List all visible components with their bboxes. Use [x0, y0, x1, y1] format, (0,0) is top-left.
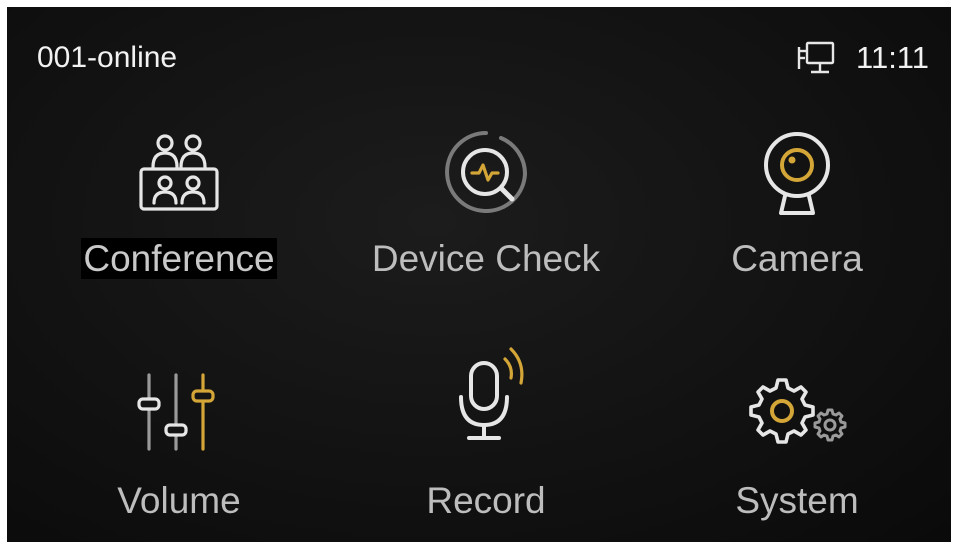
- record-label: Record: [426, 480, 546, 521]
- gears-icon: [749, 378, 847, 444]
- microphone-icon: [459, 347, 524, 440]
- record-tile[interactable]: Record: [346, 345, 626, 535]
- volume-label: Volume: [117, 480, 241, 521]
- conference-tile[interactable]: Conference: [39, 125, 319, 315]
- conference-icon: [139, 134, 219, 211]
- conference-label: Conference: [39, 237, 319, 281]
- device-check-icon: [445, 131, 527, 213]
- volume-tile[interactable]: Volume: [39, 365, 319, 542]
- device-check-tile[interactable]: Device Check: [346, 125, 626, 315]
- conference-label-text: Conference: [81, 238, 277, 279]
- device-status-text: 001-online: [37, 41, 178, 74]
- system-tile[interactable]: System: [657, 365, 937, 542]
- clock-time: 11:11: [856, 40, 929, 75]
- camera-icon: [764, 132, 830, 215]
- network-monitor-icon: [797, 41, 835, 74]
- device-check-label: Device Check: [371, 238, 601, 279]
- status-area: 11:11: [796, 39, 929, 77]
- camera-label: Camera: [731, 238, 863, 279]
- home-screen: 001-online 11:11 Conference Device Check…: [7, 7, 951, 542]
- volume-sliders-icon: [137, 373, 215, 451]
- camera-tile[interactable]: Camera: [657, 125, 937, 315]
- system-label: System: [735, 480, 859, 521]
